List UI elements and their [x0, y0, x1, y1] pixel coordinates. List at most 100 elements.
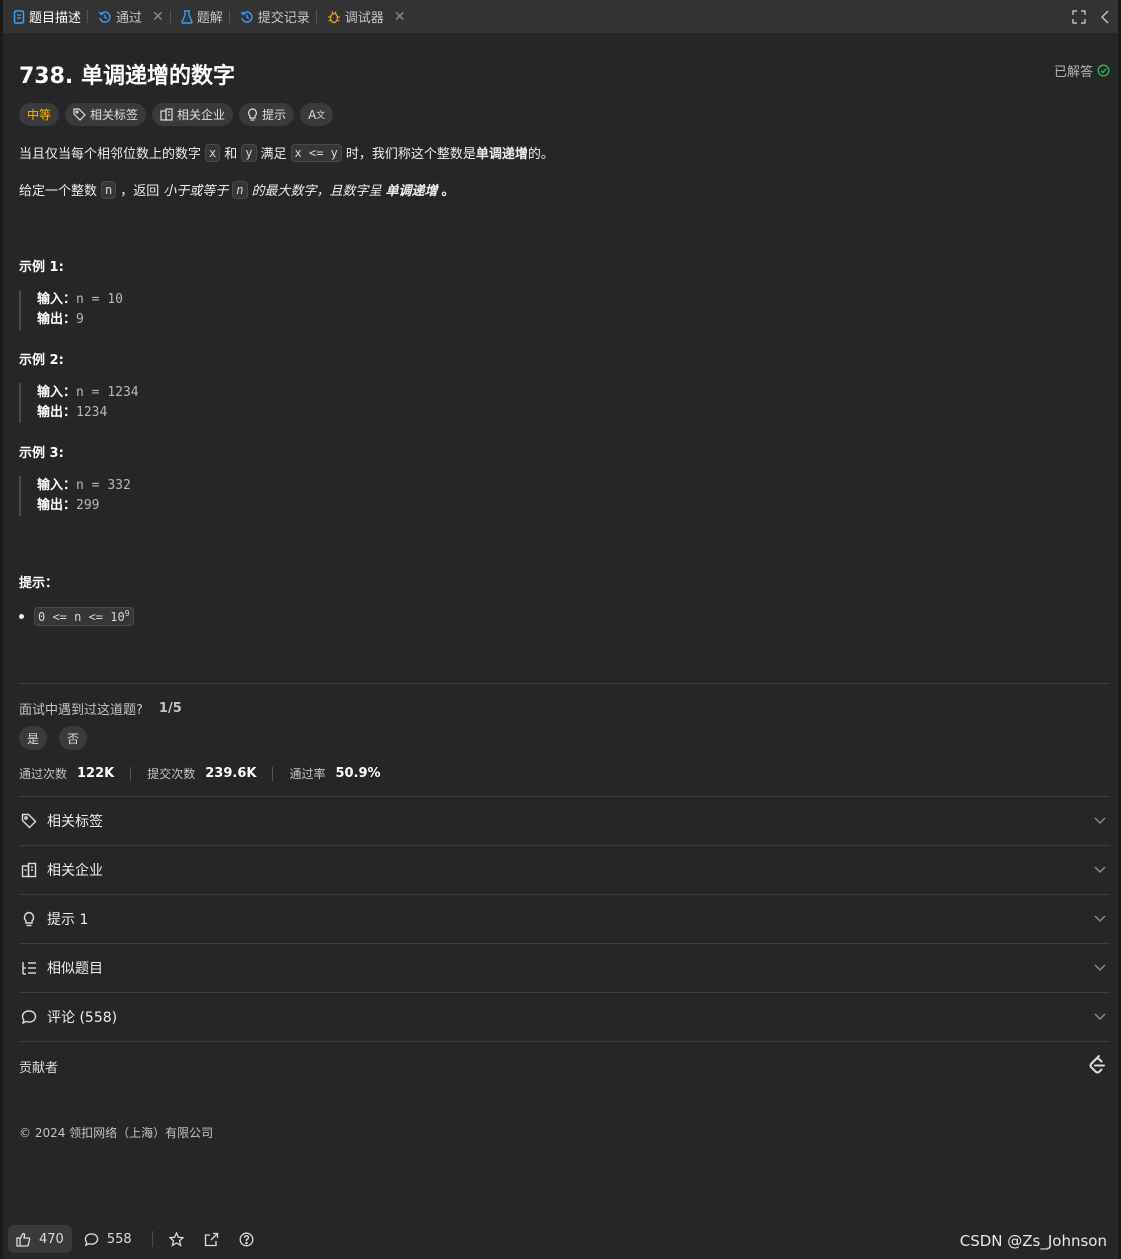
divider	[19, 683, 1110, 684]
desc-bold: 单调递增	[385, 184, 438, 199]
input-value: n = 10	[76, 292, 123, 307]
constraint-exponent: 9	[124, 609, 130, 618]
section-comments[interactable]: 评论 (558)	[19, 993, 1110, 1041]
tab-debugger[interactable]: 调试器 ✕	[317, 0, 412, 33]
output-label: 输出：	[37, 405, 77, 420]
desc-italic: 小于或等于	[163, 184, 229, 199]
like-count: 470	[39, 1231, 64, 1247]
divider	[19, 1041, 1110, 1042]
section-label: 相关企业	[47, 863, 103, 879]
problem-panel: 题目描述 通过 ✕ 题解 提交记录 调试器 ✕ 738. 单调递增的数字 已解答…	[3, 0, 1118, 1259]
tab-submissions[interactable]: 提交记录	[230, 0, 316, 33]
translate-icon: A文	[308, 107, 326, 122]
no-button[interactable]: 否	[59, 726, 87, 750]
constraint-item: 0 <= n <= 109	[19, 607, 134, 626]
inline-code: y	[241, 143, 257, 162]
stats-divider	[272, 766, 274, 781]
inline-code: n	[232, 180, 248, 199]
problem-title: 738. 单调递增的数字	[19, 64, 235, 89]
chip-label: 相关标签	[90, 108, 139, 122]
chip-hint[interactable]: 提示	[239, 103, 295, 126]
tag-icon	[73, 108, 86, 121]
tab-description[interactable]: 题目描述	[3, 0, 87, 33]
section-hint[interactable]: 提示 1	[19, 895, 1110, 943]
example-heading: 示例 1:	[19, 260, 64, 275]
history-icon	[240, 10, 254, 24]
section-label: 相关标签	[47, 814, 103, 830]
thumbs-up-icon	[16, 1232, 31, 1247]
accepted-label: 通过次数	[19, 767, 68, 781]
like-button[interactable]: 470	[8, 1225, 72, 1253]
comment-icon	[84, 1232, 99, 1247]
toolbar-divider	[151, 1231, 153, 1247]
description-icon	[13, 9, 25, 24]
inline-code: n	[101, 180, 117, 199]
close-icon[interactable]: ✕	[152, 9, 164, 25]
input-value: n = 1234	[76, 385, 139, 400]
output-value: 1234	[76, 405, 108, 420]
history-icon	[98, 10, 112, 24]
chip-label: 提示	[262, 108, 287, 122]
desc-text: 给定一个整数	[19, 184, 98, 199]
tab-label: 题目描述	[29, 11, 82, 26]
comment-count: 558	[106, 1231, 132, 1247]
desc-text: 时，我们称这个整数是	[345, 147, 476, 162]
list-tree-icon	[19, 960, 39, 976]
desc-text: 和	[224, 147, 238, 162]
description-paragraph-1: 当且仅当每个相邻位数上的数字 x 和 y 满足 x <= y 时，我们称这个整数…	[19, 143, 554, 162]
constraints-heading: 提示：	[19, 576, 59, 591]
constraint-code: 0 <= n <= 109	[34, 607, 134, 626]
close-icon[interactable]: ✕	[394, 9, 406, 25]
output-label: 输出：	[37, 312, 77, 327]
desc-text: 。	[441, 184, 455, 199]
bullet-dot	[19, 614, 24, 619]
star-icon[interactable]	[168, 1231, 184, 1247]
acceptance-rate: 50.9%	[335, 766, 381, 781]
building-icon	[160, 108, 173, 121]
tab-accepted[interactable]: 通过 ✕	[88, 0, 170, 33]
desc-bold: 单调递增	[475, 147, 528, 162]
share-icon[interactable]	[204, 1232, 219, 1247]
lightbulb-icon	[19, 911, 39, 927]
building-icon	[19, 862, 39, 878]
tab-solutions[interactable]: 题解	[171, 0, 229, 33]
section-related-tags[interactable]: 相关标签	[19, 797, 1110, 845]
output-value: 9	[76, 312, 84, 327]
copyright: © 2024 领扣网络（上海）有限公司	[19, 1126, 214, 1140]
chip-label: 相关企业	[177, 108, 226, 122]
tag-icon	[19, 813, 39, 829]
interview-answer: 是 否	[19, 726, 87, 750]
leetcode-logo-icon[interactable]	[1088, 1054, 1106, 1076]
flask-icon	[181, 9, 193, 24]
inline-code: x	[205, 143, 221, 162]
section-label: 提示 1	[47, 912, 89, 928]
problem-stats: 通过次数 122K 提交次数 239.6K 通过率 50.9%	[19, 765, 381, 782]
submissions-label: 提交次数	[147, 767, 196, 781]
tab-label: 调试器	[344, 11, 384, 26]
interview-label: 面试中遇到过这道题?	[19, 703, 143, 718]
section-related-companies[interactable]: 相关企业	[19, 846, 1110, 894]
description-paragraph-2: 给定一个整数 n ，返回 小于或等于 n 的最大数字，且数字呈 单调递增 。	[19, 180, 455, 199]
chip-translate[interactable]: A文	[300, 103, 334, 126]
chip-related-companies[interactable]: 相关企业	[152, 103, 234, 126]
chevron-down-icon	[1094, 817, 1106, 825]
example-block: 输入：n = 10 输出：9	[19, 290, 123, 330]
chip-related-tags[interactable]: 相关标签	[65, 103, 147, 126]
difficulty-badge: 中等	[19, 103, 60, 126]
yes-button[interactable]: 是	[19, 726, 47, 750]
tab-label: 题解	[196, 11, 223, 26]
input-value: n = 332	[76, 478, 131, 493]
desc-text: ，返回	[120, 184, 160, 199]
fullscreen-icon[interactable]	[1072, 9, 1086, 24]
help-icon[interactable]	[239, 1232, 254, 1247]
output-label: 输出：	[37, 498, 77, 513]
constraint-text: 0 <= n <= 10	[38, 610, 125, 624]
contributors-label: 贡献者	[19, 1061, 59, 1076]
collapse-chevron-icon[interactable]	[1100, 9, 1110, 24]
chevron-down-icon	[1094, 1013, 1106, 1021]
comments-button[interactable]: 558	[84, 1232, 132, 1247]
submissions-count: 239.6K	[205, 766, 257, 781]
desc-text: 的。	[527, 147, 554, 162]
watermark: CSDN @Zs_Johnson	[959, 1232, 1107, 1250]
section-similar-questions[interactable]: 相似题目	[19, 944, 1110, 992]
